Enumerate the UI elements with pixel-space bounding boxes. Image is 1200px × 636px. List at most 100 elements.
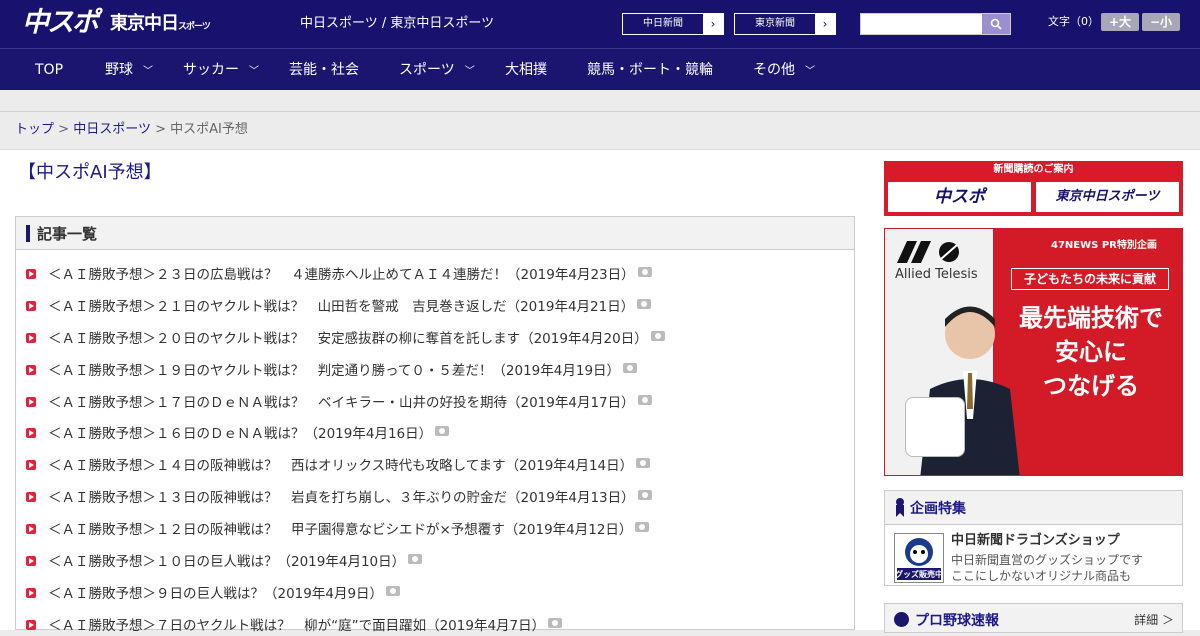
nav-label: 大相撲 — [505, 62, 547, 78]
pro-baseball-heading: プロ野球速報 — [915, 613, 999, 629]
camera-icon — [637, 299, 652, 309]
ad-copy-line: つなげる — [1043, 372, 1139, 400]
search-input[interactable] — [860, 13, 1011, 35]
breadcrumb-home-link[interactable]: トップ — [15, 122, 54, 137]
tokyo-logo-small: スポーツ — [178, 22, 211, 32]
chevron-down-icon: ﹀ — [805, 66, 815, 77]
camera-icon — [623, 363, 638, 373]
chuspo-logo[interactable]: 中スポ — [22, 7, 99, 39]
play-bullet-icon — [26, 620, 36, 630]
article-title: ＜ＡＩ勝敗予想＞７日のヤクルト戦は？ 柳が“庭”で面目躍如（2019年4月7日） — [48, 618, 546, 634]
nav-item-sports[interactable]: スポーツ ﹀ — [399, 61, 475, 81]
nav-label: スポーツ — [399, 62, 455, 78]
font-size-label: 文字（0） — [1048, 15, 1099, 28]
camera-icon — [637, 267, 652, 277]
camera-icon — [637, 395, 652, 405]
play-bullet-icon — [26, 492, 36, 502]
pro-baseball-box: プロ野球速報 詳細 ＞ — [884, 603, 1183, 633]
article-list-item[interactable]: ＜ＡＩ勝敗予想＞２０日のヤクルト戦は？ 安定感抜群の柳に奪首を託します（2019… — [26, 329, 665, 349]
nav-item-racing[interactable]: 競馬・ボート・競輪 — [587, 61, 713, 79]
sub-navigation-bar — [0, 90, 1200, 112]
font-smaller-button[interactable]: −小 — [1142, 13, 1180, 31]
article-list-item[interactable]: ＜ＡＩ勝敗予想＞７日のヤクルト戦は？ 柳が“庭”で面目躍如（2019年4月7日） — [26, 616, 563, 636]
nav-item-soccer[interactable]: サッカー ﹀ — [183, 61, 259, 81]
article-title: ＜ＡＩ勝敗予想＞２３日の広島戦は？ ４連勝赤ヘル止めてＡＩ４連勝だ！（2019年… — [48, 267, 635, 283]
nav-label: 野球 — [105, 62, 133, 78]
shop-title-link[interactable]: 中日新聞ドラゴンズショップ — [951, 532, 1120, 550]
play-bullet-icon — [26, 428, 36, 438]
chuspo-subscribe-logo[interactable]: 中スポ — [888, 182, 1031, 212]
paper-link-label: 中日新聞 — [643, 18, 683, 29]
article-list-item[interactable]: ＜ＡＩ勝敗予想＞９日の巨人戦は？（2019年4月9日） — [26, 584, 401, 604]
nav-label: 競馬・ボート・競輪 — [587, 62, 713, 78]
ad-tagline: 子どもたちの未来に貢献 — [1011, 268, 1169, 290]
article-list-item[interactable]: ＜ＡＩ勝敗予想＞１２日の阪神戦は？ 甲子園得意なビシエドが×予想覆す（2019年… — [26, 520, 650, 540]
font-bigger-button[interactable]: +大 — [1101, 13, 1139, 31]
play-bullet-icon — [26, 524, 36, 534]
ad-pr-label: 47NEWS PR特別企画 — [1051, 240, 1157, 251]
ad-device-image — [905, 397, 965, 457]
article-list-panel: 記事一覧 ＜ＡＩ勝敗予想＞２３日の広島戦は？ ４連勝赤ヘル止めてＡＩ４連勝だ！（… — [15, 216, 855, 634]
breadcrumb: トップ > 中日スポーツ > 中スポAI予想 — [15, 121, 248, 139]
feature-box: 企画特集 グッズ販売中 中日新聞ドラゴンズショップ 中日新聞直営のグッズショップ… — [884, 490, 1183, 586]
nav-item-sumo[interactable]: 大相撲 — [505, 61, 547, 79]
page-title: 【中スポAI予想】 — [18, 162, 162, 183]
tokyo-shinbun-link[interactable]: 東京新聞 › — [734, 13, 836, 35]
nav-item-baseball[interactable]: 野球 ﹀ — [105, 61, 153, 81]
advertisement-banner[interactable]: Allied Telesis 47NEWS PR特別企画 子どもたちの未来に貢献… — [884, 228, 1183, 476]
ad-brand-name: Allied Telesis — [895, 267, 978, 282]
nav-item-top[interactable]: TOP — [35, 61, 63, 79]
camera-icon — [386, 586, 401, 596]
nav-label: その他 — [753, 62, 795, 78]
main-nav: TOP 野球 ﹀ サッカー ﹀ 芸能・社会 スポーツ ﹀ 大相撲 競馬・ボート・競輪 … — [0, 48, 1200, 90]
dragons-shop-thumbnail[interactable]: グッズ販売中 — [894, 533, 944, 583]
article-list-item[interactable]: ＜ＡＩ勝敗予想＞２１日のヤクルト戦は？ 山田哲を警戒 吉見巻き返しだ（2019年… — [26, 297, 652, 317]
article-title: ＜ＡＩ勝敗予想＞１０日の巨人戦は？（2019年4月10日） — [48, 554, 406, 570]
play-bullet-icon — [26, 365, 36, 375]
article-list-item[interactable]: ＜ＡＩ勝敗予想＞１４日の阪神戦は？ 西はオリックス時代も攻略してます（2019年… — [26, 456, 651, 476]
camera-icon — [636, 458, 651, 468]
article-title: ＜ＡＩ勝敗予想＞１６日のＤｅＮＡ戦は？（2019年4月16日） — [48, 426, 433, 442]
article-title: ＜ＡＩ勝敗予想＞１２日の阪神戦は？ 甲子園得意なビシエドが×予想覆す（2019年… — [48, 522, 633, 538]
article-list-heading: 記事一覧 — [37, 225, 98, 243]
dragons-mascot-icon: グッズ販売中 — [895, 538, 943, 580]
chevron-down-icon: ﹀ — [143, 66, 153, 77]
search-icon — [990, 18, 1002, 30]
article-list-item[interactable]: ＜ＡＩ勝敗予想＞１６日のＤｅＮＡ戦は？（2019年4月16日） — [26, 424, 450, 444]
details-link[interactable]: 詳細 ＞ — [1134, 612, 1174, 628]
article-list-item[interactable]: ＜ＡＩ勝敗予想＞１３日の阪神戦は？ 岩貞を打ち崩し、３年ぶりの貯金だ（2019年… — [26, 488, 652, 508]
camera-icon — [650, 331, 665, 341]
subscription-banner[interactable]: 新聞購読のご案内 中スポ 東京中日スポーツ — [884, 161, 1183, 216]
article-list-header: 記事一覧 — [16, 217, 854, 250]
tokyo-chunichi-subscribe-logo[interactable]: 東京中日スポーツ — [1036, 182, 1179, 212]
article-title: ＜ＡＩ勝敗予想＞１７日のＤｅＮＡ戦は？ ベイキラー・山井の好投を期待（2019年… — [48, 395, 635, 411]
tokyo-chunichi-logo[interactable]: 東京中日スポーツ — [110, 12, 211, 39]
search-button[interactable] — [982, 14, 1010, 34]
breadcrumb-current: 中スポAI予想 — [170, 122, 248, 137]
nav-item-other[interactable]: その他 ﹀ — [753, 61, 815, 81]
chevron-down-icon: ﹀ — [464, 66, 475, 77]
ad-copy: 最先端技術で 安心に つなげる — [1003, 301, 1179, 403]
shop-description: 中日新聞直営のグッズショップです — [951, 553, 1144, 567]
camera-icon — [435, 426, 450, 436]
chevron-down-icon: ﹀ — [249, 66, 259, 77]
allied-telesis-logo-mark — [897, 241, 959, 263]
article-list-item[interactable]: ＜ＡＩ勝敗予想＞２３日の広島戦は？ ４連勝赤ヘル止めてＡＩ４連勝だ！（2019年… — [26, 265, 652, 285]
heading-bar — [26, 225, 30, 242]
paper-link-label: 東京新聞 — [755, 18, 795, 29]
nav-item-entertainment[interactable]: 芸能・社会 — [289, 61, 359, 79]
article-title: ＜ＡＩ勝敗予想＞１３日の阪神戦は？ 岩貞を打ち崩し、３年ぶりの貯金だ（2019年… — [48, 490, 635, 506]
breadcrumb-section-link[interactable]: 中日スポーツ — [73, 122, 151, 137]
tokyo-logo-text: 東京中日 — [110, 13, 179, 34]
ribbon-icon — [896, 498, 904, 517]
thumb-label: グッズ販売中 — [895, 569, 943, 579]
article-list-item[interactable]: ＜ＡＩ勝敗予想＞１７日のＤｅＮＡ戦は？ ベイキラー・山井の好投を期待（2019年… — [26, 393, 652, 413]
subscription-heading: 新聞購読のご案内 — [993, 164, 1074, 175]
play-bullet-icon — [26, 269, 36, 279]
article-list-item[interactable]: ＜ＡＩ勝敗予想＞１９日のヤクルト戦は？ 判定通り勝って０・５差だ！（2019年4… — [26, 361, 638, 381]
nav-label: 芸能・社会 — [289, 62, 359, 78]
article-title: ＜ＡＩ勝敗予想＞１９日のヤクルト戦は？ 判定通り勝って０・５差だ！（2019年4… — [48, 363, 621, 379]
chunichi-shinbun-link[interactable]: 中日新聞 › — [622, 13, 724, 35]
chevron-right-icon: › — [703, 14, 723, 34]
article-list-item[interactable]: ＜ＡＩ勝敗予想＞１０日の巨人戦は？（2019年4月10日） — [26, 552, 423, 572]
